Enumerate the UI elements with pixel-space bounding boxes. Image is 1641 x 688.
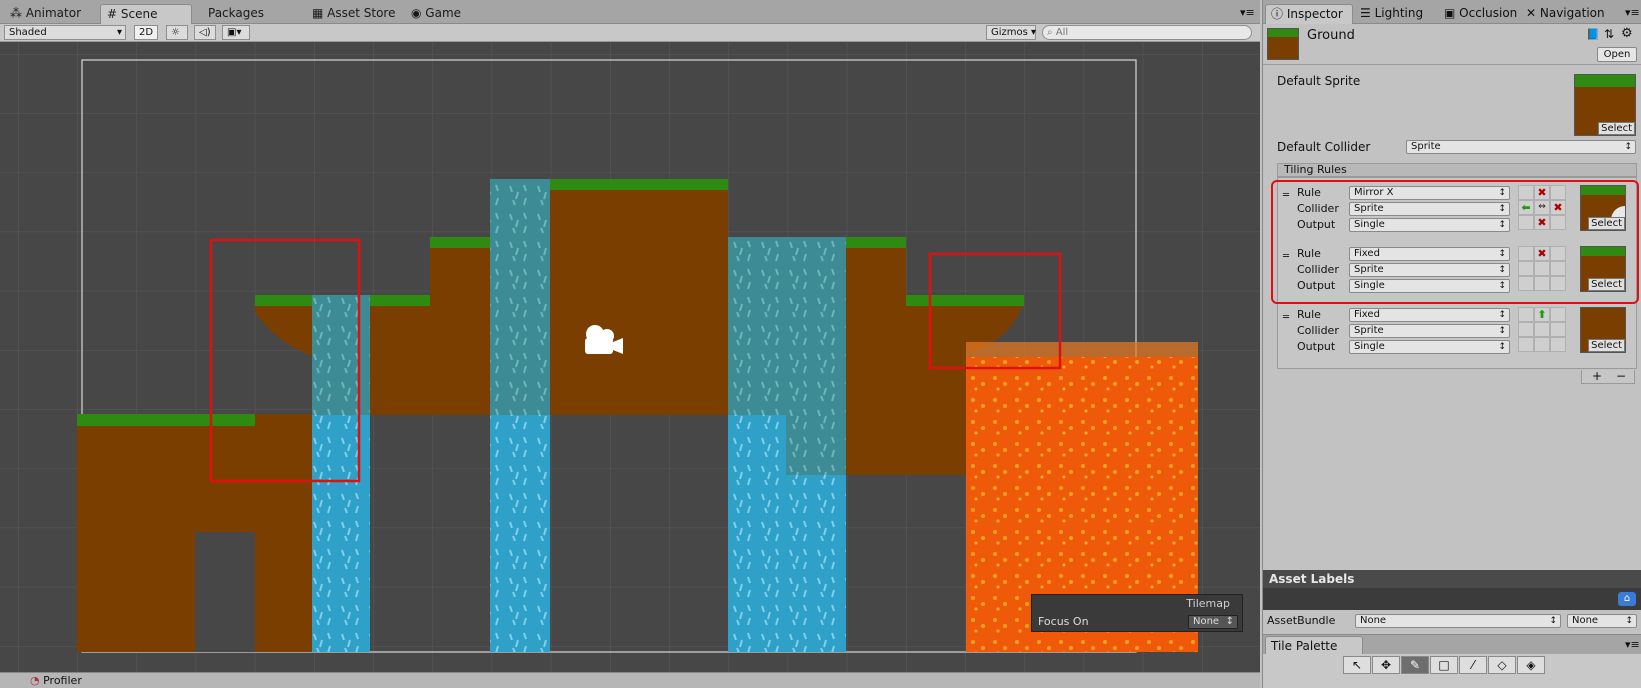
select-button[interactable]: Select <box>1588 339 1625 352</box>
inspector-tab-bar: ⓘ Inspector ☰ Lighting ▣ Occlusion ✕ Nav… <box>1263 0 1641 24</box>
fill-tool-icon[interactable]: ◈ <box>1517 656 1545 674</box>
assetbundle-label: AssetBundle <box>1267 614 1336 627</box>
gear-icon[interactable]: ⚙ <box>1621 26 1633 41</box>
focus-on-dropdown[interactable]: None ↕ <box>1188 615 1238 629</box>
tiling-rules-header[interactable]: Tiling Rules <box>1277 163 1637 177</box>
scene-search-input[interactable]: ⌕ All <box>1042 25 1252 40</box>
neighbor-grid[interactable]: ⬆ <box>1518 307 1566 353</box>
picker-tool-icon[interactable]: ⁄ <box>1459 656 1487 674</box>
tab-occlusion[interactable]: ▣ Occlusion <box>1439 4 1522 24</box>
tilemap-overlay-title: Tilemap <box>1186 597 1230 610</box>
highlight-box-rules <box>1271 180 1639 304</box>
preset-icon[interactable]: ⇅ <box>1604 27 1614 41</box>
search-icon: ⌕ <box>1047 27 1056 38</box>
profiler-icon: ◔ <box>30 674 44 687</box>
collider-label: Collider <box>1297 324 1339 337</box>
asset-labels-area: ⌂ <box>1263 588 1641 610</box>
select-tool-icon[interactable]: ↖ <box>1343 656 1371 674</box>
inspector-panel: ⓘ Inspector ☰ Lighting ▣ Occlusion ✕ Nav… <box>1262 0 1641 688</box>
tab-profiler[interactable]: ◔ Profiler <box>30 673 82 688</box>
navigation-icon: ✕ <box>1526 6 1540 20</box>
audio-toggle-icon[interactable]: ◁) <box>194 25 216 40</box>
drag-handle-icon[interactable]: ═ <box>1283 312 1289 323</box>
chevron-down-icon: ▾ <box>116 27 122 38</box>
effects-dropdown-icon[interactable]: ▣▾ <box>222 25 250 40</box>
tab-animator[interactable]: ⁂ Animator <box>4 4 87 24</box>
eraser-tool-icon[interactable]: ◇ <box>1488 656 1516 674</box>
tab-asset-store[interactable]: ▦ Asset Store <box>306 4 402 24</box>
add-rule-button[interactable]: + <box>1592 369 1602 383</box>
box-fill-tool-icon[interactable]: □ <box>1430 656 1458 674</box>
tilemap-overlay: Tilemap Focus On None ↕ <box>1031 594 1243 632</box>
tab-navigation[interactable]: ✕ Navigation <box>1521 4 1610 24</box>
assetbundle-dropdown[interactable]: None <box>1355 614 1561 628</box>
help-icon[interactable]: 📘 <box>1586 28 1600 41</box>
output-label: Output <box>1297 340 1336 353</box>
tab-lighting[interactable]: ☰ Lighting <box>1355 4 1428 24</box>
tab-tile-palette[interactable]: Tile Palette <box>1265 636 1363 656</box>
lighting-toggle-icon[interactable]: ☼ <box>166 25 188 40</box>
focus-on-label: Focus On <box>1038 615 1089 628</box>
bottom-bar: ◔ Profiler <box>0 672 1260 688</box>
tab-scene[interactable]: # Scene <box>100 4 192 24</box>
asset-name: Ground <box>1307 28 1355 43</box>
remove-rule-button[interactable]: − <box>1616 369 1626 383</box>
gizmos-dropdown[interactable]: Gizmos ▾ <box>986 25 1036 40</box>
output-dropdown[interactable]: Single <box>1349 340 1510 354</box>
info-icon: ⓘ <box>1271 7 1287 21</box>
lighting-icon: ☰ <box>1360 6 1375 20</box>
select-button[interactable]: Select <box>1598 122 1635 135</box>
game-icon: ◉ <box>411 6 426 20</box>
default-sprite-label: Default Sprite <box>1277 74 1361 88</box>
scene-canvas[interactable] <box>0 42 1260 672</box>
tab-packages[interactable]: Packages <box>202 4 270 24</box>
tile-palette-tab-bar: Tile Palette ▾≡ <box>1263 634 1641 656</box>
list-footer: + − <box>1581 369 1635 384</box>
tab-menu-icon[interactable]: ▾≡ <box>1240 6 1255 19</box>
collider-dropdown[interactable]: Sprite <box>1349 324 1510 338</box>
scene-toolbar: Shaded ▾ 2D ☼ ◁) ▣▾ Gizmos ▾ ⌕ All <box>0 24 1260 42</box>
2d-toggle[interactable]: 2D <box>134 25 158 40</box>
assetbundle-variant-dropdown[interactable]: None <box>1567 614 1637 628</box>
scene-view[interactable]: Tilemap Focus On None ↕ <box>0 42 1260 672</box>
brush-tool-icon[interactable]: ✎ <box>1401 656 1429 674</box>
assetbundle-row: AssetBundle None None <box>1263 610 1641 632</box>
inspector-menu-icon[interactable]: ▾≡ <box>1625 6 1640 19</box>
occlusion-icon: ▣ <box>1444 6 1460 20</box>
asset-labels-header: Asset Labels <box>1263 570 1641 588</box>
chevron-down-icon: ↕ <box>1225 616 1234 627</box>
move-tool-icon[interactable]: ✥ <box>1372 656 1400 674</box>
open-button[interactable]: Open <box>1597 47 1637 62</box>
tab-inspector[interactable]: ⓘ Inspector <box>1265 4 1353 24</box>
default-collider-label: Default Collider <box>1277 140 1371 154</box>
tile-palette-toolbar: ↖ ✥ ✎ □ ⁄ ◇ ◈ <box>1263 654 1641 688</box>
animator-icon: ⁂ <box>10 6 26 20</box>
scene-grid-icon: # <box>107 7 121 21</box>
scene-tab-bar: ⁂ Animator # Scene Packages ▦ Asset Stor… <box>0 0 1260 24</box>
header-divider <box>1263 64 1641 65</box>
asset-thumbnail <box>1267 28 1299 60</box>
arrow-up-icon[interactable]: ⬆ <box>1534 307 1550 322</box>
tab-game[interactable]: ◉ Game <box>405 4 467 24</box>
rule-dropdown[interactable]: Fixed <box>1349 308 1510 322</box>
shading-dropdown[interactable]: Shaded ▾ <box>4 25 126 40</box>
default-collider-dropdown[interactable]: Sprite <box>1406 140 1636 154</box>
label-tag-icon[interactable]: ⌂ <box>1618 592 1636 606</box>
rule-label: Rule <box>1297 308 1321 321</box>
palette-menu-icon[interactable]: ▾≡ <box>1625 638 1640 651</box>
asset-store-icon: ▦ <box>312 6 328 20</box>
default-sprite-field[interactable]: Select <box>1574 74 1636 136</box>
rule-sprite-field[interactable]: Select <box>1580 307 1626 353</box>
